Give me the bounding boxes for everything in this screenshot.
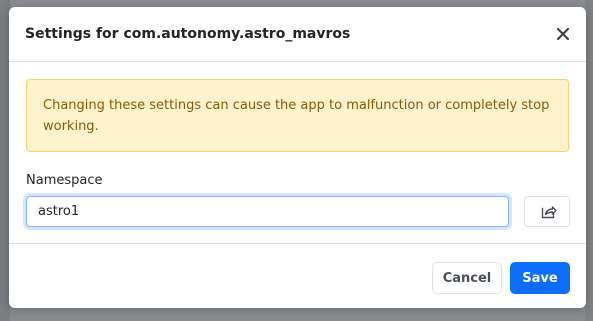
modal-header: Settings for com.autonomy.astro_mavros [9,7,586,62]
share-icon [541,206,557,219]
close-button[interactable] [552,23,574,45]
namespace-label: Namespace [26,173,103,188]
share-button[interactable] [524,196,570,227]
backdrop [585,0,593,321]
cancel-button[interactable]: Cancel [432,262,502,294]
modal-footer: Cancel Save [9,243,586,308]
modal-title: Settings for com.autonomy.astro_mavros [25,26,351,42]
settings-modal: Settings for com.autonomy.astro_mavros C… [9,7,586,308]
close-icon [556,27,570,41]
modal-body: Changing these settings can cause the ap… [9,62,586,243]
save-button[interactable]: Save [510,262,570,294]
namespace-input[interactable] [26,196,509,227]
warning-alert: Changing these settings can cause the ap… [26,79,569,152]
